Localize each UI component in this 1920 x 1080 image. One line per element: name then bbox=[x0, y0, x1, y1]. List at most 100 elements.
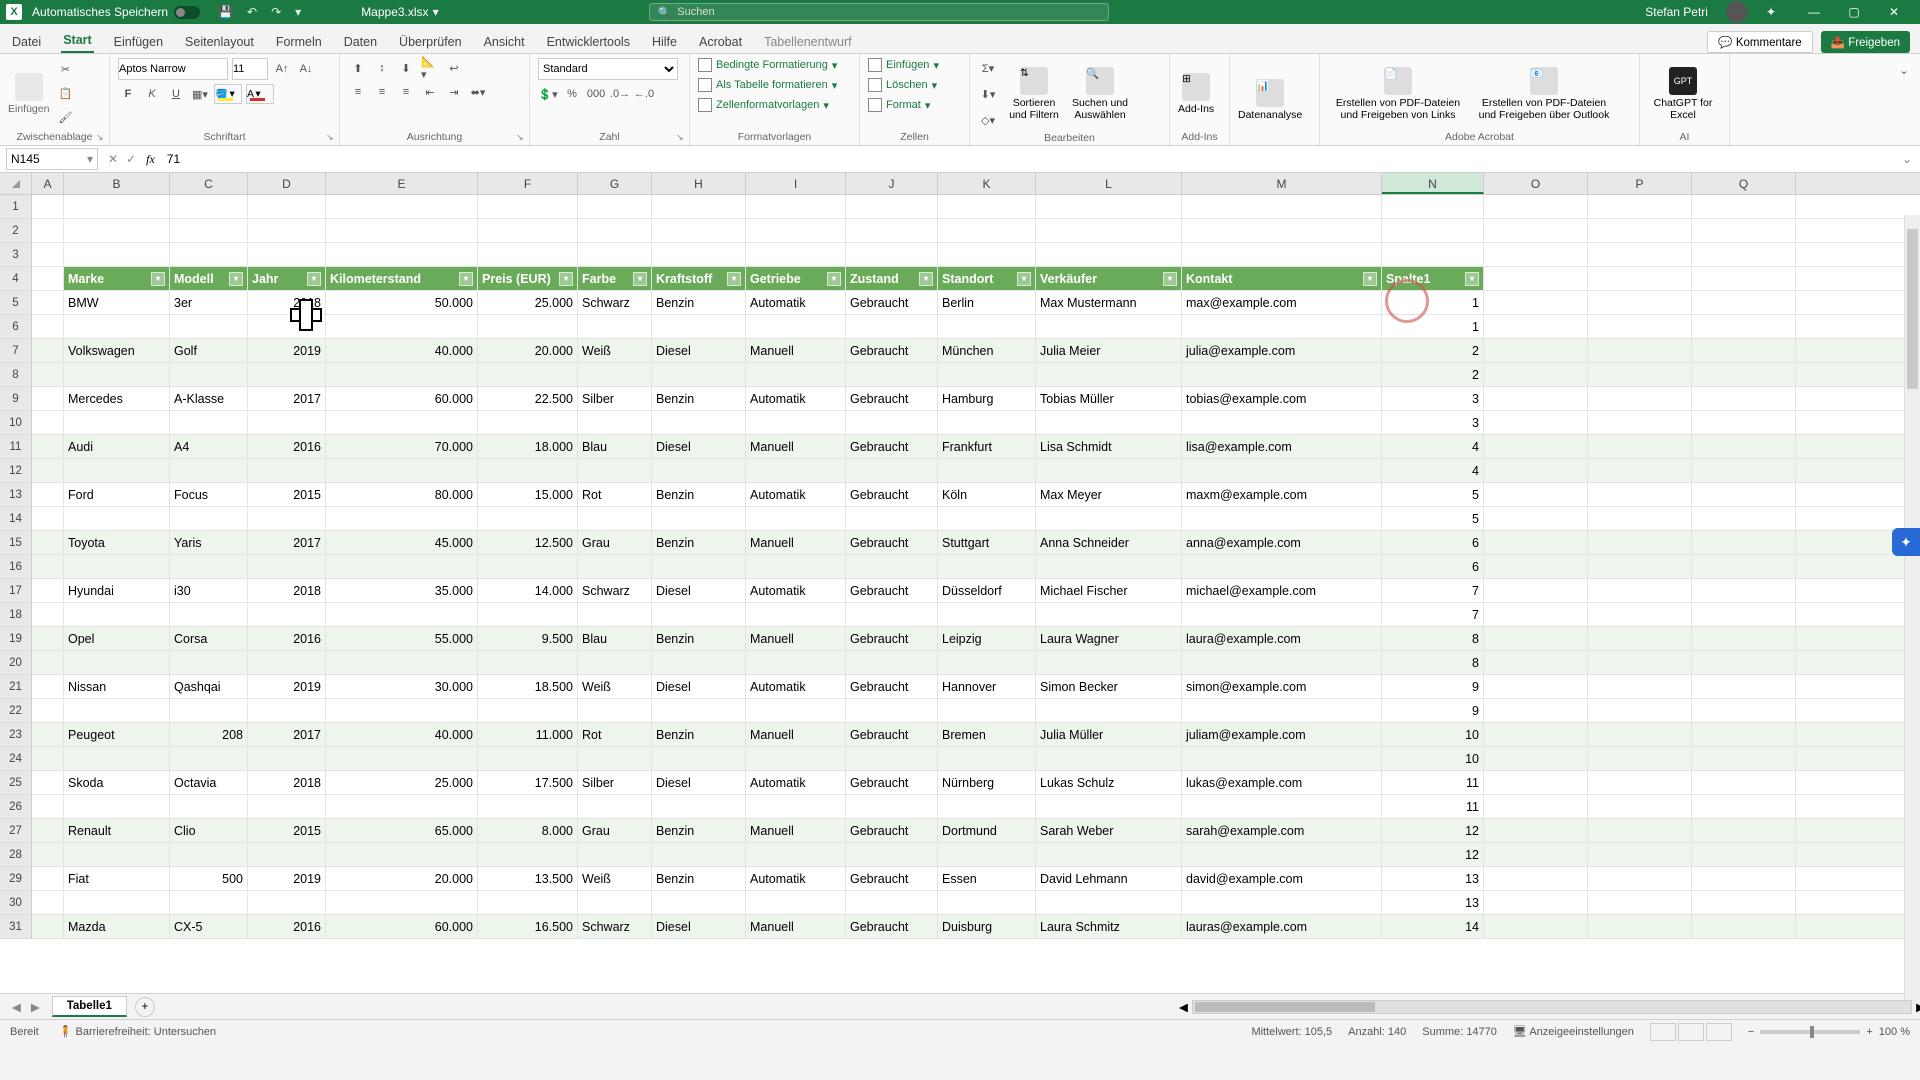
underline-button[interactable]: U bbox=[166, 84, 186, 104]
cell[interactable]: 2 bbox=[1382, 363, 1484, 386]
cell[interactable]: Simon Becker bbox=[1036, 675, 1182, 698]
cell[interactable] bbox=[938, 603, 1036, 626]
cell[interactable] bbox=[326, 555, 478, 578]
row-header-12[interactable]: 12 bbox=[0, 459, 32, 483]
cell[interactable]: Qashqai bbox=[170, 675, 248, 698]
row-header-29[interactable]: 29 bbox=[0, 867, 32, 891]
cell[interactable]: Golf bbox=[170, 339, 248, 362]
cell[interactable] bbox=[32, 819, 64, 842]
filename[interactable]: Mappe3.xlsx bbox=[361, 5, 428, 19]
merge-button[interactable]: ⬌▾ bbox=[468, 82, 488, 102]
cell[interactable]: Manuell bbox=[746, 627, 846, 650]
cell[interactable] bbox=[652, 891, 746, 914]
cell[interactable]: Hyundai bbox=[64, 579, 170, 602]
row-header-28[interactable]: 28 bbox=[0, 843, 32, 867]
cell[interactable]: Octavia bbox=[170, 771, 248, 794]
row-header-7[interactable]: 7 bbox=[0, 339, 32, 363]
cell[interactable] bbox=[478, 507, 578, 530]
accessibility-status[interactable]: 🧍 Barrierefreiheit: Untersuchen bbox=[59, 1025, 216, 1038]
filter-icon[interactable]: ▾ bbox=[307, 272, 321, 286]
addins-button[interactable]: ⊞Add-Ins bbox=[1178, 73, 1214, 115]
cell[interactable] bbox=[1484, 555, 1588, 578]
cell[interactable] bbox=[326, 363, 478, 386]
cell[interactable] bbox=[326, 219, 478, 242]
cell[interactable]: Weiß bbox=[578, 867, 652, 890]
tab-formeln[interactable]: Formeln bbox=[274, 31, 324, 53]
cell[interactable]: Kilometerstand▾ bbox=[326, 267, 478, 290]
tab-überprüfen[interactable]: Überprüfen bbox=[397, 31, 464, 53]
cell[interactable] bbox=[1588, 915, 1692, 938]
cell[interactable] bbox=[652, 795, 746, 818]
cell[interactable] bbox=[1692, 867, 1796, 890]
row-header-11[interactable]: 11 bbox=[0, 435, 32, 459]
cell[interactable] bbox=[1588, 867, 1692, 890]
cell[interactable] bbox=[1692, 459, 1796, 482]
cell[interactable] bbox=[170, 651, 248, 674]
cell-styles-button[interactable]: Zellenformatvorlagen ▾ bbox=[698, 98, 829, 112]
cell[interactable] bbox=[578, 315, 652, 338]
hscroll-right-icon[interactable]: ▶ bbox=[1916, 1000, 1920, 1014]
cell[interactable]: 25.000 bbox=[326, 771, 478, 794]
align-launcher-icon[interactable]: ↘ bbox=[516, 132, 526, 142]
cell[interactable]: A-Klasse bbox=[170, 387, 248, 410]
sheet-nav-prev-icon[interactable]: ◀ bbox=[12, 1000, 21, 1014]
tab-daten[interactable]: Daten bbox=[342, 31, 379, 53]
col-header-A[interactable]: A bbox=[32, 173, 64, 194]
sort-filter-button[interactable]: ⇅Sortieren und Filtern bbox=[1004, 67, 1064, 121]
cell[interactable] bbox=[1692, 195, 1796, 218]
font-launcher-icon[interactable]: ↘ bbox=[326, 132, 336, 142]
cell[interactable] bbox=[1588, 195, 1692, 218]
enter-formula-icon[interactable]: ✓ bbox=[126, 152, 136, 166]
cell[interactable] bbox=[746, 843, 846, 866]
cell[interactable] bbox=[652, 315, 746, 338]
cell[interactable]: Manuell bbox=[746, 339, 846, 362]
cell[interactable] bbox=[846, 651, 938, 674]
cell[interactable]: juliam@example.com bbox=[1182, 723, 1382, 746]
cell[interactable]: Schwarz bbox=[578, 291, 652, 314]
cell[interactable] bbox=[846, 459, 938, 482]
cell[interactable] bbox=[248, 603, 326, 626]
cell[interactable]: Automatik bbox=[746, 387, 846, 410]
cell[interactable]: A4 bbox=[170, 435, 248, 458]
bold-button[interactable]: F bbox=[118, 84, 138, 104]
col-header-G[interactable]: G bbox=[578, 173, 652, 194]
cell[interactable]: 13 bbox=[1382, 891, 1484, 914]
add-sheet-button[interactable]: + bbox=[135, 997, 155, 1017]
italic-button[interactable]: K bbox=[142, 84, 162, 104]
format-as-table-button[interactable]: Als Tabelle formatieren ▾ bbox=[698, 78, 837, 92]
cell[interactable]: lukas@example.com bbox=[1182, 771, 1382, 794]
cell[interactable] bbox=[1588, 747, 1692, 770]
filter-icon[interactable]: ▾ bbox=[1017, 272, 1031, 286]
cell[interactable] bbox=[32, 675, 64, 698]
row-header-9[interactable]: 9 bbox=[0, 387, 32, 411]
cell[interactable] bbox=[478, 891, 578, 914]
cell[interactable] bbox=[1588, 459, 1692, 482]
cell[interactable]: Lisa Schmidt bbox=[1036, 435, 1182, 458]
cell[interactable] bbox=[1036, 363, 1182, 386]
cell[interactable] bbox=[1484, 411, 1588, 434]
cell[interactable]: Düsseldorf bbox=[938, 579, 1036, 602]
cell[interactable]: tobias@example.com bbox=[1182, 387, 1382, 410]
cell[interactable]: 55.000 bbox=[326, 627, 478, 650]
cell[interactable] bbox=[32, 795, 64, 818]
cell[interactable] bbox=[1692, 891, 1796, 914]
cancel-formula-icon[interactable]: ✕ bbox=[108, 152, 118, 166]
cell[interactable]: Max Mustermann bbox=[1036, 291, 1182, 314]
cell[interactable] bbox=[846, 747, 938, 770]
cell[interactable] bbox=[170, 747, 248, 770]
cell[interactable] bbox=[1692, 531, 1796, 554]
cell[interactable]: Clio bbox=[170, 819, 248, 842]
cell[interactable] bbox=[746, 411, 846, 434]
cell[interactable] bbox=[478, 795, 578, 818]
orientation-icon[interactable]: 📐▾ bbox=[420, 58, 440, 78]
cell[interactable] bbox=[248, 747, 326, 770]
cell[interactable]: Diesel bbox=[652, 435, 746, 458]
undo-icon[interactable]: ↶ bbox=[247, 5, 257, 19]
cell[interactable]: Kontakt▾ bbox=[1182, 267, 1382, 290]
cell[interactable] bbox=[1588, 891, 1692, 914]
cell[interactable] bbox=[248, 195, 326, 218]
cell[interactable]: Gebraucht bbox=[846, 819, 938, 842]
cell[interactable] bbox=[32, 723, 64, 746]
cell[interactable]: Gebraucht bbox=[846, 627, 938, 650]
cell[interactable] bbox=[64, 555, 170, 578]
